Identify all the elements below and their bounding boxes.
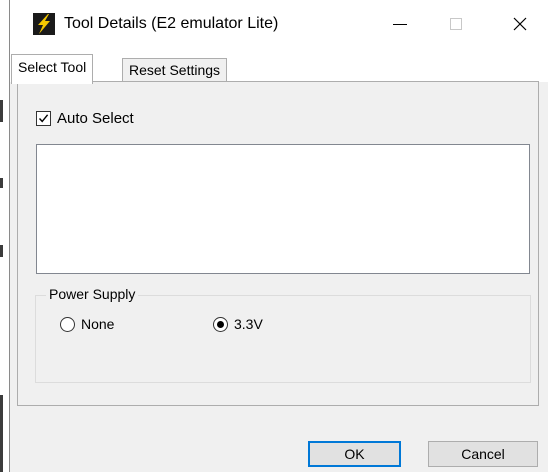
power-3v3-radio[interactable]: 3.3V <box>213 316 263 332</box>
background-edge-mark <box>0 178 3 188</box>
power-supply-groupbox <box>35 295 531 383</box>
tool-listbox[interactable] <box>36 144 530 274</box>
ok-button[interactable]: OK <box>308 441 401 467</box>
minimize-icon <box>392 16 408 37</box>
title-bar[interactable]: Tool Details (E2 emulator Lite) <box>10 0 548 52</box>
close-button[interactable] <box>492 0 548 52</box>
tab-reset-settings[interactable]: Reset Settings <box>122 58 228 83</box>
maximize-button[interactable] <box>428 0 484 52</box>
tool-details-dialog: Tool Details (E2 emulator Lite) Select T… <box>9 0 548 472</box>
power-3v3-label: 3.3V <box>234 316 263 332</box>
radio-selected-dot <box>217 320 224 328</box>
radio-button-none[interactable] <box>60 316 75 332</box>
background-edge-mark <box>0 395 3 472</box>
background-edge-mark <box>0 245 3 257</box>
background-edge-mark <box>0 100 3 122</box>
window-title: Tool Details (E2 emulator Lite) <box>64 15 279 32</box>
maximize-icon <box>449 17 463 36</box>
minimize-button[interactable] <box>372 0 428 52</box>
tab-strip: Select Tool Reset Settings <box>10 52 548 84</box>
power-none-label: None <box>81 316 115 332</box>
background-window-edge <box>0 0 8 472</box>
lightning-icon <box>32 12 56 36</box>
auto-select-label: Auto Select <box>57 110 134 127</box>
close-icon <box>512 16 528 37</box>
power-none-radio[interactable]: None <box>60 316 114 332</box>
checkmark-icon <box>38 114 49 123</box>
power-supply-title: Power Supply <box>46 286 139 302</box>
tab-select-tool[interactable]: Select Tool <box>11 54 94 84</box>
checkbox-box[interactable] <box>36 111 51 126</box>
radio-button-3v3[interactable] <box>213 316 228 332</box>
cancel-button[interactable]: Cancel <box>428 441 538 467</box>
auto-select-checkbox[interactable]: Auto Select <box>36 110 134 127</box>
